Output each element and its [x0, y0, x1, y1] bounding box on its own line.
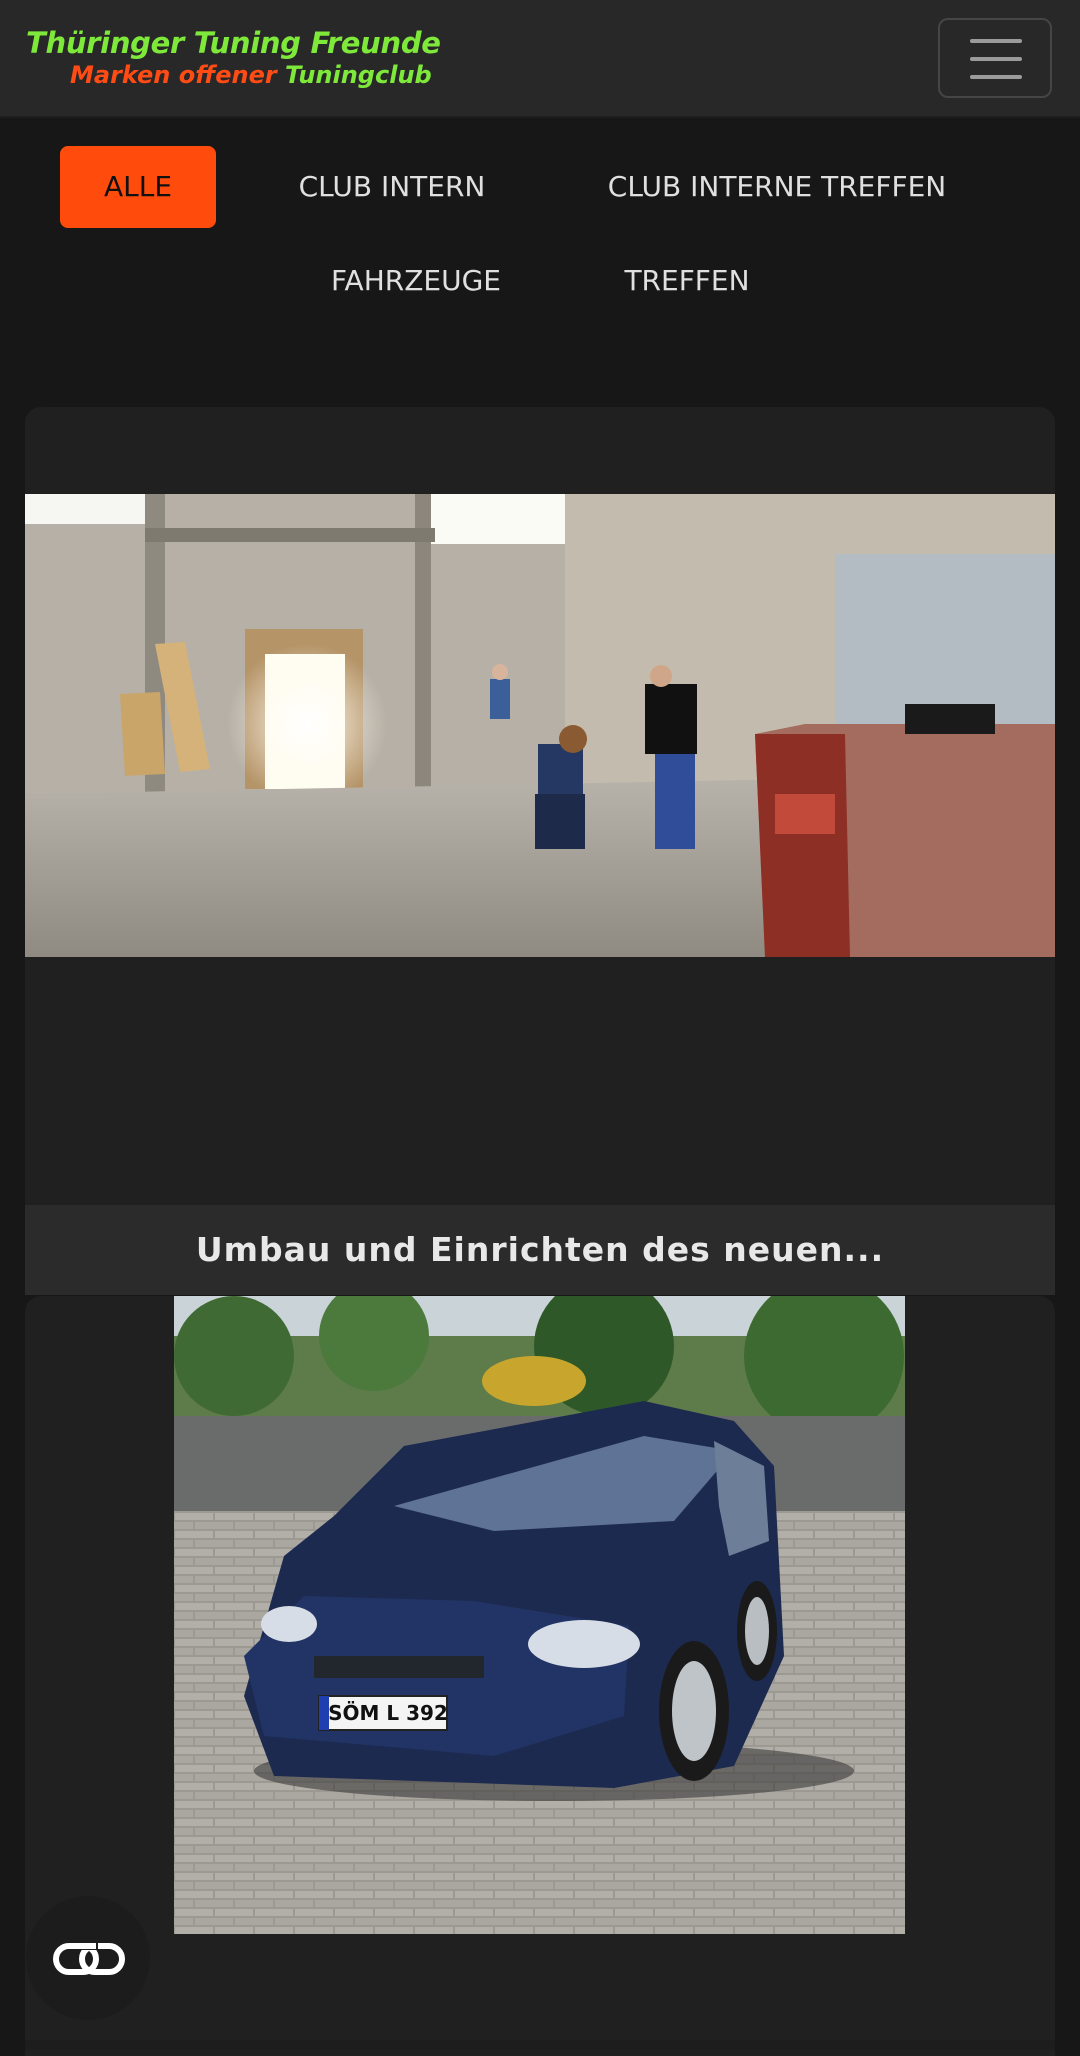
- license-plate-text: SÖM L 392: [328, 1701, 448, 1725]
- filter-fahrzeuge[interactable]: FAHRZEUGE: [312, 240, 520, 322]
- post-title[interactable]: Umbau und Einrichten des neuen...: [25, 1205, 1055, 1295]
- filter-alle[interactable]: ALLE: [60, 146, 216, 228]
- hamburger-bar: [970, 75, 1022, 79]
- menu-toggle-button[interactable]: [938, 18, 1052, 98]
- hamburger-menu-icon: [970, 39, 1022, 43]
- brand-title: Thüringer Tuning Freunde: [26, 26, 441, 60]
- share-link-button[interactable]: [26, 1896, 150, 2020]
- link-icon: [53, 1942, 125, 1975]
- site-logo[interactable]: Thüringer Tuning Freunde Marken offener …: [26, 26, 441, 90]
- filter-club-interne-treffen[interactable]: CLUB INTERNE TREFFEN: [592, 146, 962, 228]
- filter-treffen[interactable]: TREFFEN: [598, 240, 776, 322]
- blue-ford-focus-photo: SÖM L 392: [174, 1296, 905, 1934]
- post-card[interactable]: [25, 407, 1055, 1205]
- site-header: Thüringer Tuning Freunde Marken offener …: [0, 0, 1080, 118]
- brand-subtitle-part2: Tuningclub: [285, 61, 432, 89]
- brand-subtitle: Marken offener Tuningclub: [70, 60, 441, 90]
- filter-club-intern[interactable]: CLUB INTERN: [282, 146, 502, 228]
- warehouse-renovation-photo: [25, 494, 1055, 957]
- page-bottom-edge: [25, 2040, 1055, 2050]
- brand-subtitle-part1: Marken offener: [70, 61, 277, 89]
- hamburger-bar: [970, 57, 1022, 61]
- post-card[interactable]: SÖM L 392: [25, 1296, 1055, 2056]
